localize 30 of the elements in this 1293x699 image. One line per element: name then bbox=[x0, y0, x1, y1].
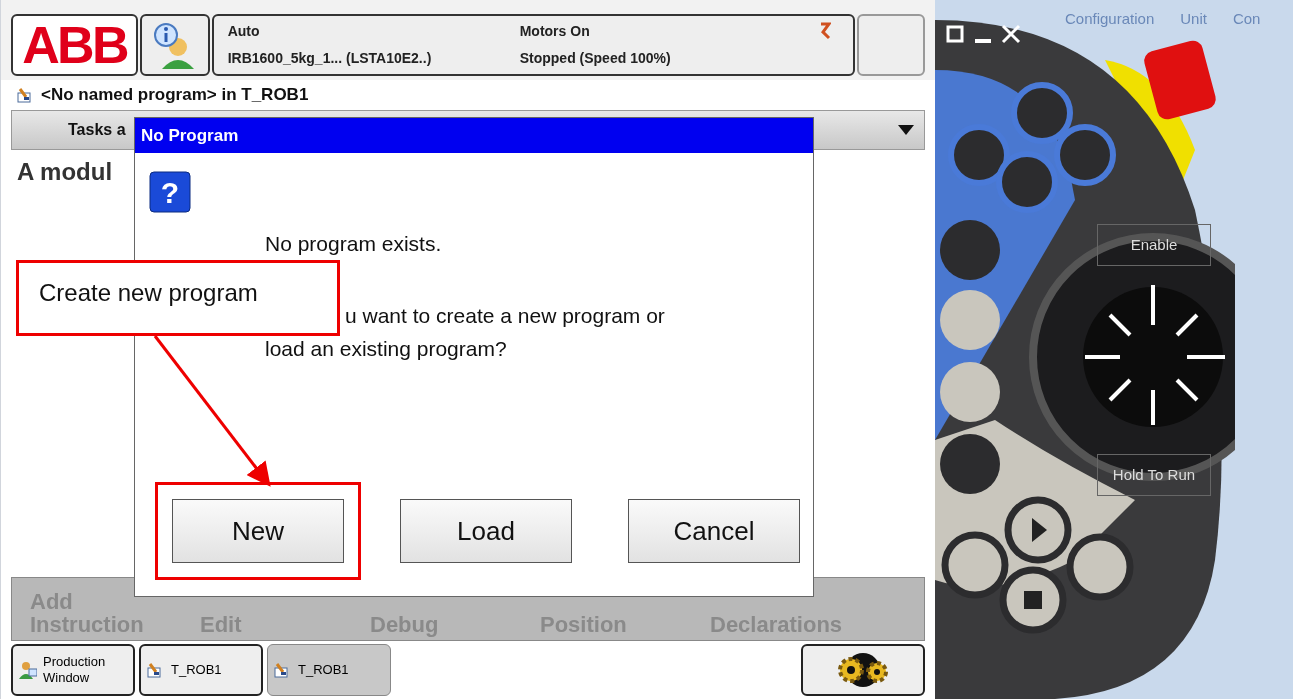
tab-label[interactable]: Tasks a bbox=[68, 118, 126, 142]
dialog-button[interactable]: New bbox=[172, 499, 344, 563]
user-icon bbox=[19, 661, 37, 679]
close-icon[interactable] bbox=[999, 22, 1023, 46]
background-tab-label: Unit bbox=[1180, 9, 1207, 29]
dialog-message: No program exists. bbox=[265, 231, 442, 257]
taskbar-button[interactable]: T_ROB1 bbox=[267, 644, 391, 696]
callout: Create new program bbox=[16, 260, 340, 336]
motor-status: Motors On bbox=[519, 22, 591, 41]
program-title: <No named program> in T_ROB1 bbox=[41, 84, 309, 107]
dropdown-caret-icon[interactable] bbox=[898, 125, 914, 135]
taskbar-button[interactable]: Production Window bbox=[11, 644, 135, 696]
program-state: Stopped (Speed 100%) bbox=[519, 49, 671, 68]
logo: ABB bbox=[11, 14, 139, 76]
dialog-message: u want to create a new program or bbox=[345, 303, 665, 329]
background-tab-label: Con bbox=[1232, 9, 1261, 29]
controller-name: IRB1600_5kg_1... (LSTA10E2..) bbox=[227, 49, 433, 68]
operating-mode: Auto bbox=[227, 22, 261, 41]
background-tab-label: Configuration bbox=[1065, 9, 1155, 29]
dialog-message: load an existing program? bbox=[265, 336, 507, 362]
settings-button[interactable] bbox=[801, 644, 925, 696]
info-button[interactable] bbox=[140, 14, 210, 76]
dialog-title: No Program bbox=[135, 118, 813, 153]
hold-to-run-label: Hold To Run bbox=[1097, 454, 1211, 496]
dialog-button[interactable]: Load bbox=[400, 499, 572, 563]
question-icon: ? bbox=[149, 171, 191, 213]
content-text: A modul bbox=[17, 158, 113, 185]
enable-label: Enable bbox=[1097, 224, 1211, 266]
dialog-button[interactable]: Cancel bbox=[628, 499, 800, 563]
taskbar-button[interactable]: T_ROB1 bbox=[139, 644, 263, 696]
